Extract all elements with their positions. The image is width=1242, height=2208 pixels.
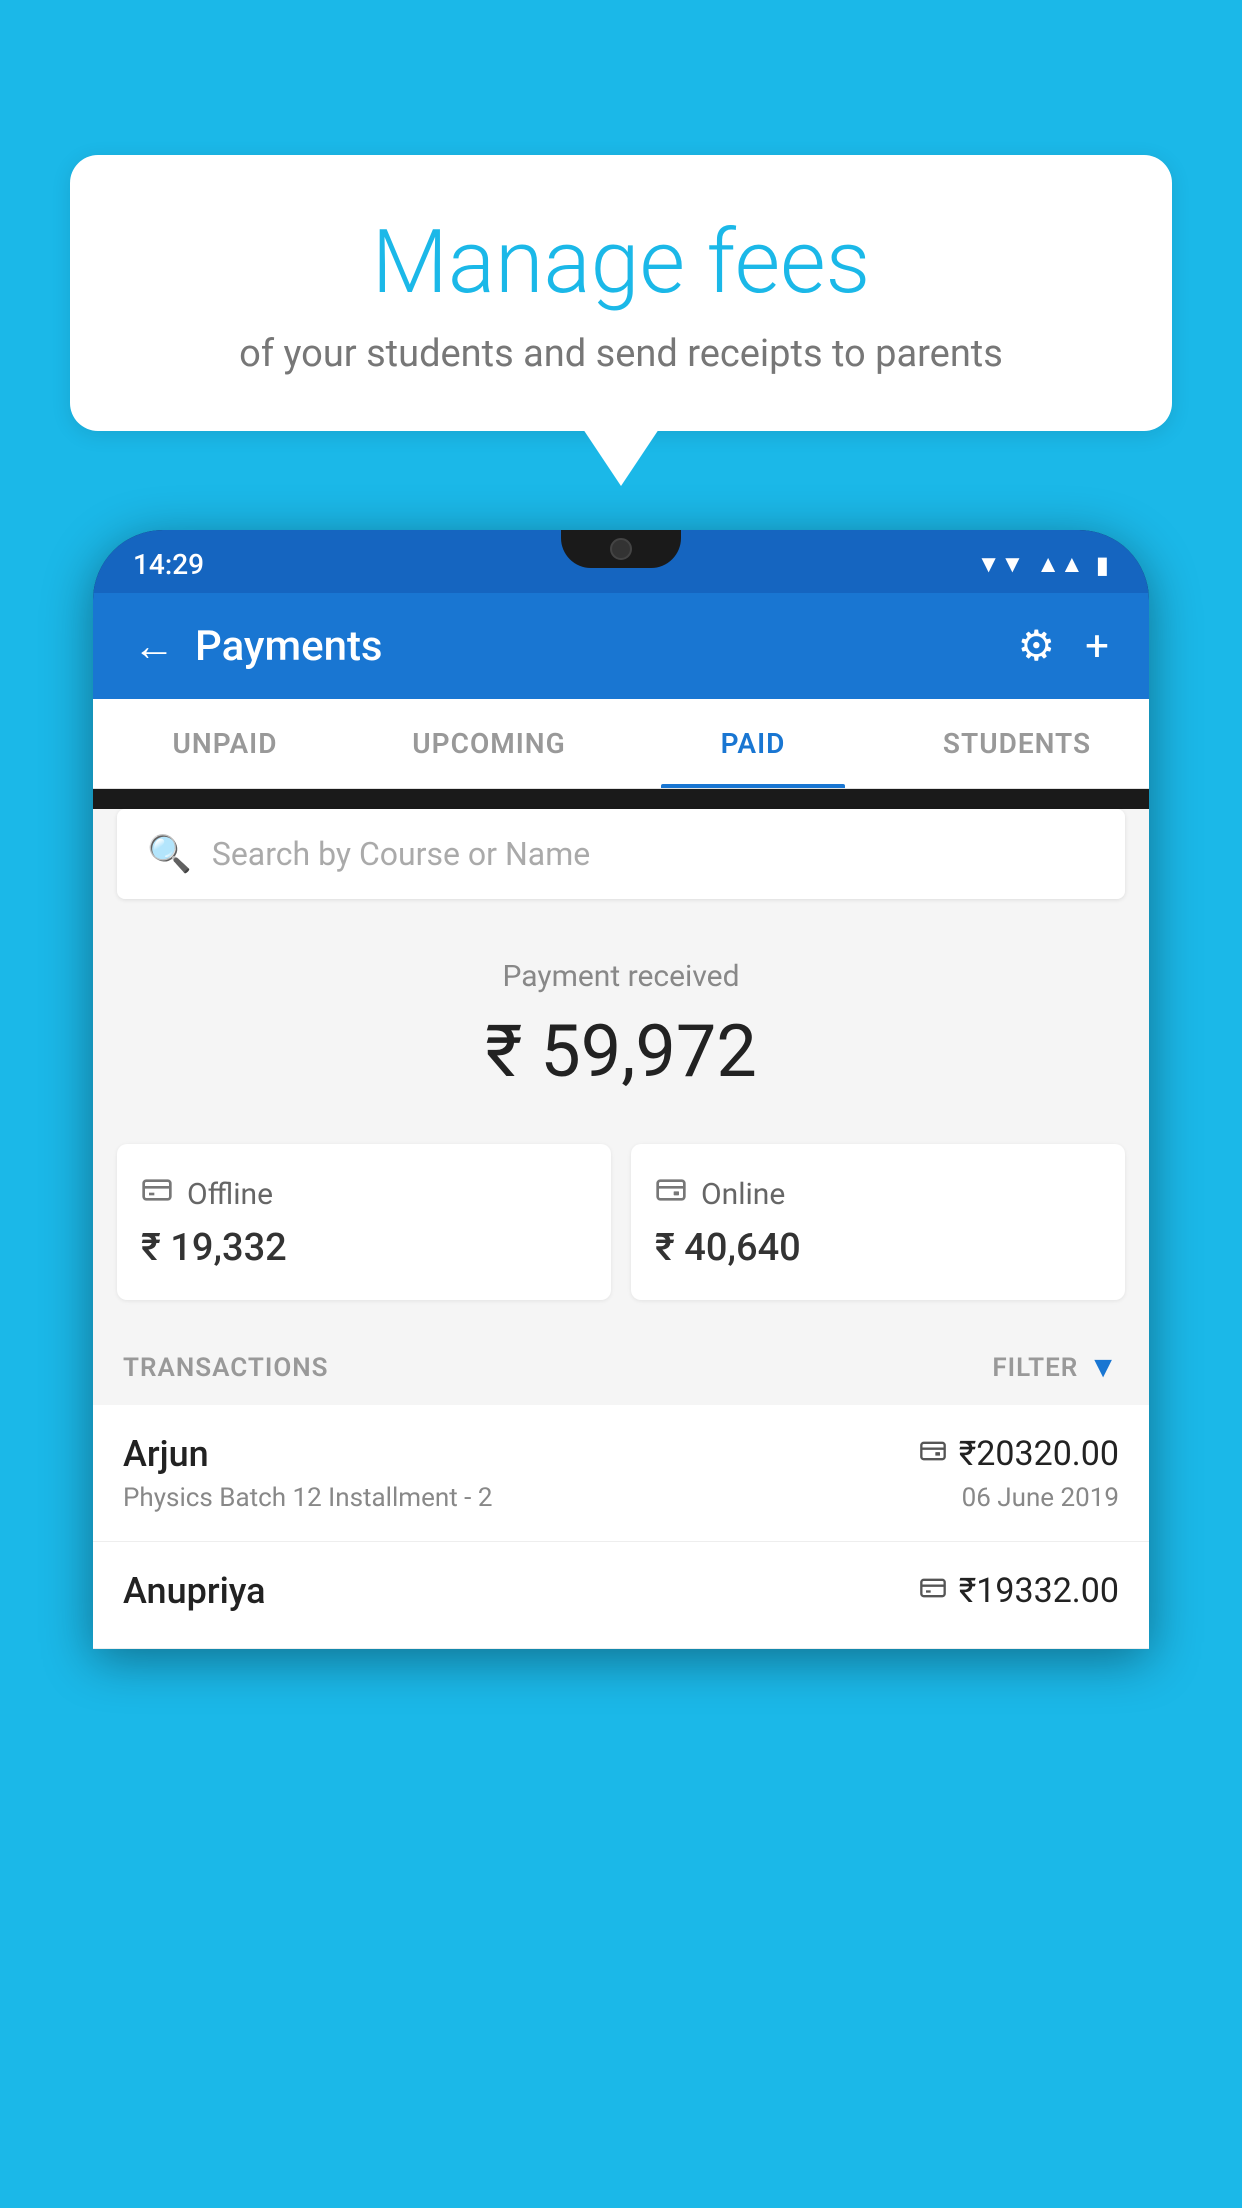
header-right: ⚙ + [1018, 621, 1110, 671]
page-title: Payments [195, 622, 383, 671]
transaction-row[interactable]: Anupriya ₹19332.00 [93, 1542, 1149, 1649]
phone-container: 14:29 ▼▼ ▲▲ ▮ ← Payments ⚙ + [93, 530, 1149, 2208]
filter-button[interactable]: FILTER ▼ [992, 1350, 1119, 1385]
tab-unpaid[interactable]: UNPAID [93, 699, 357, 788]
transaction-amount-wrap: ₹19332.00 [919, 1571, 1119, 1611]
settings-icon[interactable]: ⚙ [1018, 621, 1056, 671]
transaction-name: Arjun [123, 1433, 209, 1475]
status-icons: ▼▼ ▲▲ ▮ [977, 550, 1109, 579]
phone-frame: 14:29 ▼▼ ▲▲ ▮ ← Payments ⚙ + [93, 530, 1149, 1649]
search-bar[interactable]: 🔍 Search by Course or Name [117, 809, 1125, 899]
payment-received-label: Payment received [113, 959, 1129, 994]
transaction-top: Arjun ₹20320.00 [123, 1433, 1119, 1475]
front-camera [610, 538, 632, 560]
add-icon[interactable]: + [1085, 622, 1109, 671]
transaction-row[interactable]: Arjun ₹20320.00 [93, 1405, 1149, 1542]
offline-label: Offline [187, 1177, 273, 1212]
bubble-title: Manage fees [120, 215, 1122, 312]
tab-paid[interactable]: PAID [621, 699, 885, 788]
transaction-amount-wrap: ₹20320.00 [919, 1434, 1119, 1474]
offline-payment-icon [919, 1574, 947, 1609]
transaction-amount: ₹20320.00 [959, 1434, 1119, 1474]
wifi-icon: ▼▼ [977, 550, 1025, 579]
online-amount: ₹ 40,640 [655, 1226, 1101, 1270]
payment-received-section: Payment received ₹ 59,972 [93, 919, 1149, 1124]
transactions-header: TRANSACTIONS FILTER ▼ [93, 1330, 1149, 1405]
content-area: 🔍 Search by Course or Name Payment recei… [93, 809, 1149, 1649]
transaction-name: Anupriya [123, 1570, 266, 1612]
transaction-bottom: Physics Batch 12 Installment - 2 06 June… [123, 1483, 1119, 1513]
online-label: Online [701, 1177, 785, 1212]
tabs-bar: UNPAID UPCOMING PAID STUDENTS [93, 699, 1149, 789]
filter-label: FILTER [992, 1353, 1078, 1383]
app-header: ← Payments ⚙ + [93, 593, 1149, 699]
offline-card-header: Offline [141, 1174, 587, 1214]
online-payment-icon [919, 1437, 947, 1472]
tab-students[interactable]: STUDENTS [885, 699, 1149, 788]
tab-upcoming[interactable]: UPCOMING [357, 699, 621, 788]
transaction-date: 06 June 2019 [962, 1483, 1119, 1513]
offline-payment-card: Offline ₹ 19,332 [117, 1144, 611, 1300]
search-input[interactable]: Search by Course or Name [212, 835, 590, 873]
offline-amount: ₹ 19,332 [141, 1226, 587, 1270]
online-icon [655, 1174, 687, 1214]
battery-icon: ▮ [1096, 551, 1109, 579]
transaction-detail: Physics Batch 12 Installment - 2 [123, 1483, 492, 1513]
search-icon: 🔍 [147, 833, 192, 875]
status-time: 14:29 [133, 548, 204, 581]
transaction-amount: ₹19332.00 [959, 1571, 1119, 1611]
payment-received-amount: ₹ 59,972 [113, 1009, 1129, 1094]
online-payment-card: Online ₹ 40,640 [631, 1144, 1125, 1300]
offline-icon [141, 1174, 173, 1214]
phone-notch [561, 530, 681, 568]
transaction-top: Anupriya ₹19332.00 [123, 1570, 1119, 1612]
signal-icon: ▲▲ [1036, 550, 1084, 579]
online-card-header: Online [655, 1174, 1101, 1214]
filter-icon: ▼ [1088, 1350, 1119, 1385]
bubble-subtitle: of your students and send receipts to pa… [120, 332, 1122, 376]
back-button[interactable]: ← [133, 622, 175, 671]
speech-bubble: Manage fees of your students and send re… [70, 155, 1172, 431]
transactions-label: TRANSACTIONS [123, 1353, 329, 1383]
header-left: ← Payments [133, 622, 383, 671]
payment-breakdown: Offline ₹ 19,332 [117, 1144, 1125, 1300]
